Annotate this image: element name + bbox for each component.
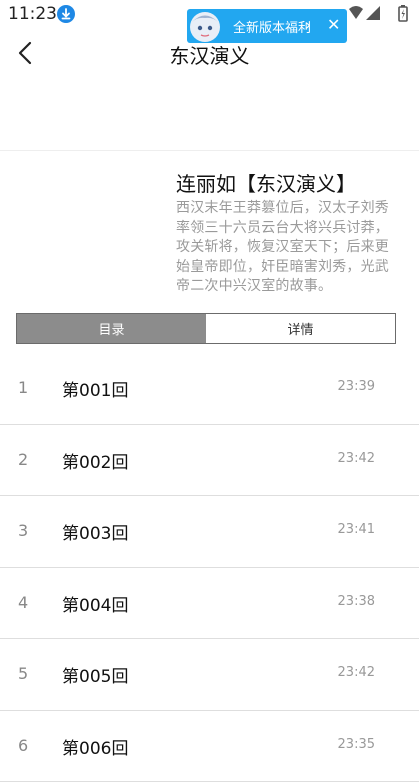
download-badge-icon xyxy=(57,5,75,23)
book-description: 西汉末年王莽篡位后，汉太子刘秀率领三十六员云台大将兴兵讨莽，攻关斩将，恢复汉室天… xyxy=(176,199,398,297)
cellular-signal-icon xyxy=(366,6,380,20)
wifi-icon xyxy=(349,6,363,19)
chapter-number: 2 xyxy=(18,450,28,469)
chapter-title: 第005回 xyxy=(62,662,128,687)
chapter-number: 6 xyxy=(18,736,28,755)
battery-icon xyxy=(399,5,407,21)
chapter-row[interactable]: 5 第005回 23:42 xyxy=(0,639,419,711)
close-icon[interactable]: ✕ xyxy=(327,15,340,34)
chapter-number: 5 xyxy=(18,664,28,683)
chapter-title: 第004回 xyxy=(62,591,128,616)
page-title: 东汉演义 xyxy=(0,40,419,69)
tab-catalog[interactable]: 目录 xyxy=(17,314,206,343)
promo-banner[interactable]: 全新版本福利 › ✕ xyxy=(187,9,347,43)
chapter-duration: 23:42 xyxy=(338,665,375,680)
chapter-number: 4 xyxy=(18,593,28,612)
chapter-duration: 23:39 xyxy=(338,379,375,394)
chapter-title: 第002回 xyxy=(62,448,128,473)
chapter-duration: 23:41 xyxy=(338,522,375,537)
chapter-number: 3 xyxy=(18,521,28,540)
chapter-row[interactable]: 1 第001回 23:39 xyxy=(0,353,419,425)
chapter-number: 1 xyxy=(18,378,28,397)
tab-details[interactable]: 详情 xyxy=(206,314,395,343)
chapter-title: 第006回 xyxy=(62,734,128,759)
chapter-title: 第003回 xyxy=(62,519,128,544)
divider xyxy=(0,150,419,151)
status-time: 11:23 xyxy=(8,4,57,24)
chapter-duration: 23:35 xyxy=(338,737,375,752)
chevron-right-icon: › xyxy=(305,16,311,34)
chapter-row[interactable]: 3 第003回 23:41 xyxy=(0,496,419,568)
chapter-duration: 23:38 xyxy=(338,594,375,609)
tab-bar: 目录 详情 xyxy=(16,313,396,344)
book-title: 连丽如【东汉演义】 xyxy=(176,168,356,197)
chapter-title: 第001回 xyxy=(62,376,128,401)
chapter-duration: 23:42 xyxy=(338,451,375,466)
chapter-list: 1 第001回 23:39 2 第002回 23:42 3 第003回 23:4… xyxy=(0,353,419,782)
promo-banner-text: 全新版本福利 xyxy=(233,17,311,36)
chapter-row[interactable]: 6 第006回 23:35 xyxy=(0,711,419,782)
system-icons xyxy=(339,0,419,30)
chapter-row[interactable]: 2 第002回 23:42 xyxy=(0,425,419,497)
chapter-row[interactable]: 4 第004回 23:38 xyxy=(0,568,419,640)
